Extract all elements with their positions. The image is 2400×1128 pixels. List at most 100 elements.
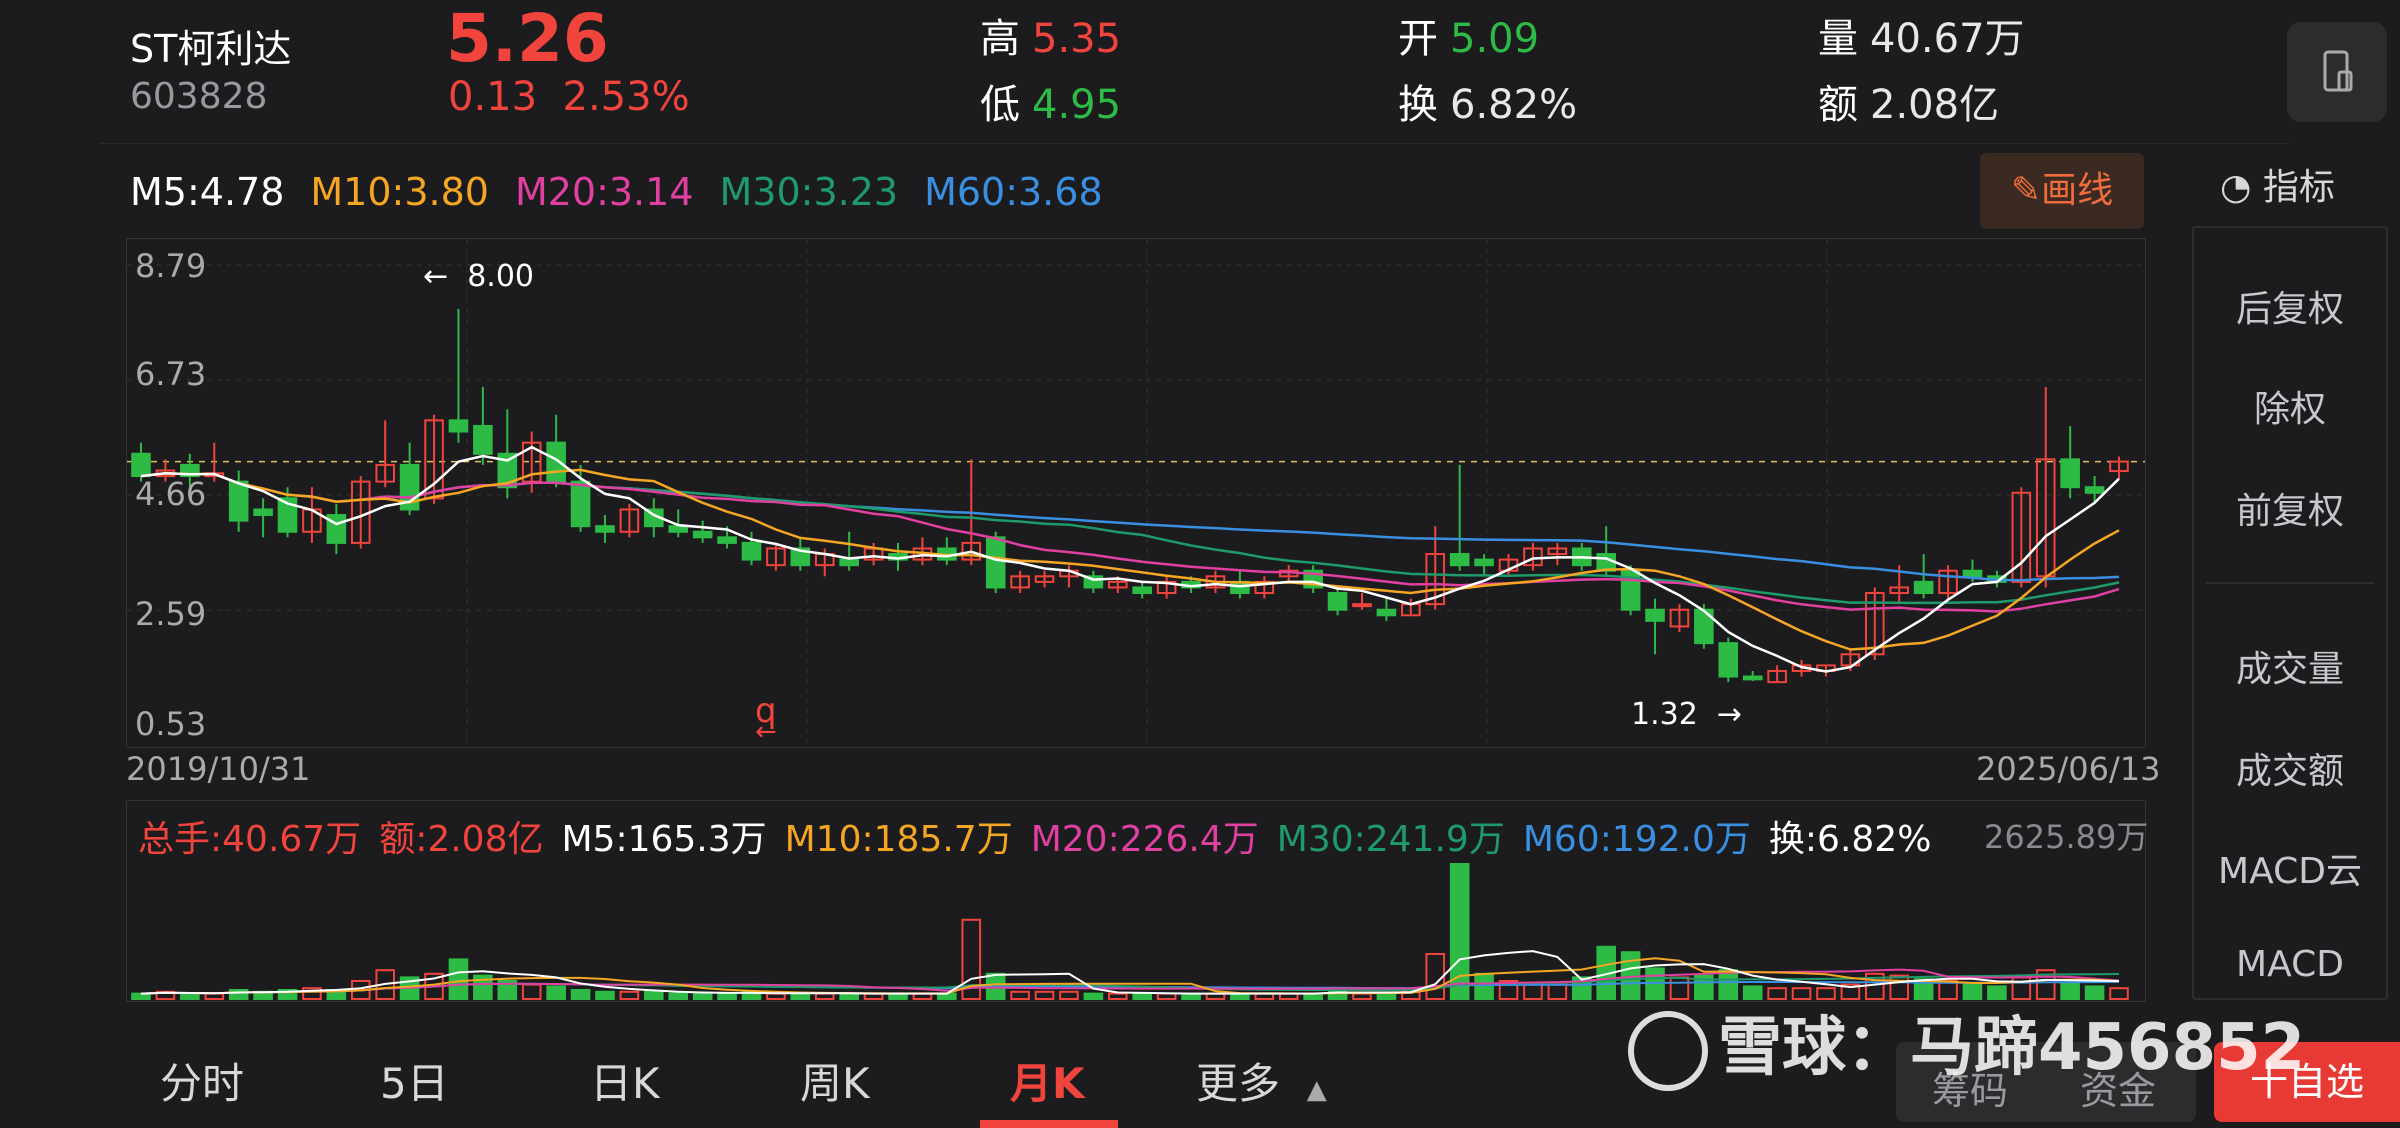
candle-body xyxy=(692,530,713,539)
turnover-stat: 换 6.82% xyxy=(1398,72,1577,130)
candle-body xyxy=(1376,608,1397,617)
draw-line-label: 画线 xyxy=(2041,170,2114,211)
triangle-up-icon: ▲ xyxy=(1306,1075,1327,1105)
indicator-label: 指标 xyxy=(2262,167,2335,208)
y-tick-label: 8.79 xyxy=(135,247,207,285)
high-label: 高 xyxy=(980,16,1020,62)
volume-max: 2625.89万 xyxy=(1984,818,2149,856)
amount-stat: 额 2.08亿 xyxy=(1818,72,1999,130)
volume-m10: M10:185.7万 xyxy=(784,819,1013,860)
candle-body xyxy=(985,536,1006,589)
tab-more[interactable]: 更多 ▲ xyxy=(1196,1050,1327,1111)
low-annotation-value: 1.32 xyxy=(1631,697,1698,732)
candle-body xyxy=(1449,553,1470,567)
volume-value: 40.67万 xyxy=(1870,16,2025,62)
candle-body xyxy=(1352,603,1372,608)
volume-stat: 量 40.67万 xyxy=(1818,6,2025,64)
volume-bar xyxy=(692,992,713,1001)
phone-rotate-icon xyxy=(2323,50,2353,92)
tab-more-label: 更多 xyxy=(1196,1059,1281,1108)
tab-daily-k[interactable]: 日K xyxy=(590,1050,660,1111)
volume-legend: 总手:40.67万 额:2.08亿 M5:165.3万 M10:185.7万 M20:2… xyxy=(138,810,1949,862)
sidebar-item-amount[interactable]: 成交额 xyxy=(2194,742,2386,794)
tab-intraday[interactable]: 分时 xyxy=(160,1050,244,1111)
volume-m20: M20:226.4万 xyxy=(1030,819,1259,860)
candle-body xyxy=(595,525,615,533)
candle-body xyxy=(1962,569,1983,578)
amount-label: 额 xyxy=(1818,82,1858,128)
candle-body xyxy=(570,480,591,528)
high-value: 5.35 xyxy=(1032,16,1122,62)
volume-bar xyxy=(668,992,689,1001)
start-date: 2019/10/31 xyxy=(126,750,311,788)
candle-body xyxy=(741,541,762,561)
candle-body xyxy=(1742,675,1763,681)
change-percent: 2.53% xyxy=(562,74,690,120)
ma10-label: M10:3.80 xyxy=(310,170,489,214)
candle-body xyxy=(2060,458,2080,489)
sidebar-item-macd[interactable]: MACD xyxy=(2194,944,2386,985)
volume-bar xyxy=(790,992,811,1001)
y-tick-label: 6.73 xyxy=(135,355,207,393)
sidebar-item-ex-rights[interactable]: 除权 xyxy=(2194,380,2386,432)
turnover-label: 换 xyxy=(1398,82,1438,128)
ma-legend: M5:4.78 M10:3.80 M20:3.14 M30:3.23 M60:3.68 xyxy=(130,170,1129,214)
amount-value: 2.08亿 xyxy=(1870,82,2000,128)
high-annotation-value: 8.00 xyxy=(467,259,535,294)
open-stat: 开 5.09 xyxy=(1398,6,1539,64)
volume-bar xyxy=(521,983,542,1001)
q-marker: q ← xyxy=(755,691,777,747)
low-value: 4.95 xyxy=(1032,82,1122,128)
sidebar-item-volume[interactable]: 成交量 xyxy=(2194,640,2386,692)
watermark-text: 雪球：马蹄456852 xyxy=(1718,1011,2306,1085)
low-annotation: 1.32 → xyxy=(1631,697,1743,732)
watermark-logo-icon xyxy=(1628,1011,1708,1092)
volume-bar xyxy=(1107,992,1128,1001)
candle-body xyxy=(546,441,566,483)
candle-body xyxy=(1718,642,1739,678)
low-stat: 低 4.95 xyxy=(980,72,1121,130)
volume-bar xyxy=(204,992,225,1001)
sidebar-item-macd-cloud[interactable]: MACD云 xyxy=(2194,842,2386,894)
volume-m60: M60:192.0万 xyxy=(1522,819,1751,860)
kline-svg xyxy=(127,239,2145,747)
open-value: 5.09 xyxy=(1450,16,1540,62)
candle-body xyxy=(131,452,151,478)
candle-body xyxy=(1913,580,1934,595)
volume-total: 总手:40.67万 xyxy=(138,819,362,860)
landscape-toggle-button[interactable] xyxy=(2287,22,2387,122)
tab-weekly-k[interactable]: 周K xyxy=(800,1050,870,1111)
sidebar-divider xyxy=(2206,582,2374,584)
candle-body xyxy=(717,536,737,544)
high-stat: 高 5.35 xyxy=(980,6,1121,64)
volume-bar xyxy=(1059,990,1079,1001)
sidebar-item-pre-adjusted[interactable]: 前复权 xyxy=(2194,482,2386,534)
draw-line-button[interactable]: ✎画线 xyxy=(1980,153,2144,229)
price-change: 0.13 2.53% xyxy=(448,74,690,120)
volume-bar xyxy=(1425,953,1446,1000)
low-label: 低 xyxy=(980,82,1020,128)
volume-bar xyxy=(570,989,591,1000)
ma20-label: M20:3.14 xyxy=(514,170,694,214)
right-sidebar: 后复权 除权 前复权 成交量 成交额 MACD云 MACD xyxy=(2192,226,2388,1000)
ma5-label: M5:4.78 xyxy=(130,170,285,214)
tab-5day[interactable]: 5日 xyxy=(380,1050,449,1111)
turnover-value: 6.82% xyxy=(1450,82,1578,128)
volume-bar xyxy=(619,990,640,1001)
high-annotation: ← 8.00 xyxy=(423,259,535,294)
volume-bar xyxy=(1010,990,1030,1001)
stock-name: ST柯利达 xyxy=(130,27,292,71)
candle-body xyxy=(1132,586,1153,595)
tab-monthly-k[interactable]: 月K xyxy=(1010,1050,1085,1111)
candle-body xyxy=(1327,592,1348,611)
kline-chart[interactable]: 8.79 6.73 4.66 2.59 0.53 ← 8.00 1.32 → q… xyxy=(126,238,2146,748)
volume-turnover: 换:6.82% xyxy=(1768,819,1932,860)
ma30-line xyxy=(140,472,2120,605)
ma60-label: M60:3.68 xyxy=(924,170,1103,214)
volume-m5: M5:165.3万 xyxy=(561,819,767,860)
indicator-button[interactable]: ◔ 指标 xyxy=(2220,158,2335,210)
sidebar-item-post-adjusted[interactable]: 后复权 xyxy=(2194,280,2386,332)
volume-bar xyxy=(595,990,615,1001)
watermark: 雪球：马蹄456852 xyxy=(1628,996,2306,1092)
candle-body xyxy=(1645,608,1665,622)
